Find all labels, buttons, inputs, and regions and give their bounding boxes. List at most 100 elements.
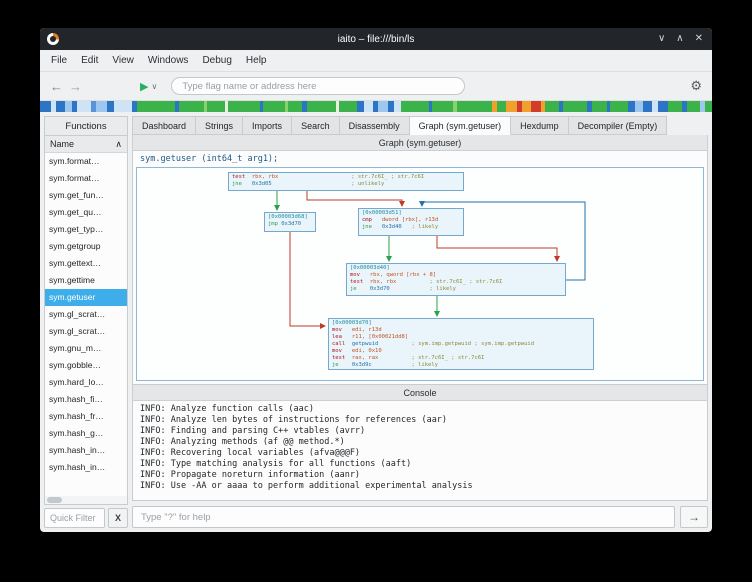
menu-debug[interactable]: Debug xyxy=(195,52,238,69)
mem-segment xyxy=(207,101,225,112)
mem-segment xyxy=(288,101,302,112)
menu-edit[interactable]: Edit xyxy=(74,52,105,69)
console-line: INFO: Finding and parsing C++ vtables (a… xyxy=(140,426,700,437)
basic-block[interactable]: [0x00003d40]mov rbx, qword [rbx + 8]test… xyxy=(346,263,566,296)
back-icon[interactable]: ← xyxy=(50,80,63,93)
graph-canvas[interactable]: test rbx, rbx ; str.7c6I_ ; str.7c6Ijne … xyxy=(136,167,704,381)
mem-segment xyxy=(137,101,176,112)
function-list-item[interactable]: sym.hash_in… xyxy=(45,442,127,459)
minimize-icon[interactable]: ∨ xyxy=(658,28,665,50)
function-list-item[interactable]: sym.gettime xyxy=(45,272,127,289)
play-icon[interactable]: ▶ xyxy=(140,80,148,93)
function-list-item[interactable]: sym.hash_g… xyxy=(45,425,127,442)
basic-block[interactable]: test rbx, rbx ; str.7c6I_ ; str.7c6Ijne … xyxy=(228,172,464,191)
function-list-item[interactable]: sym.gl_scrat… xyxy=(45,306,127,323)
mem-segment xyxy=(378,101,389,112)
memory-map-strip[interactable] xyxy=(40,101,712,112)
function-list-item[interactable]: sym.gobble… xyxy=(45,357,127,374)
asm-token: [0x00003d68] xyxy=(268,214,308,220)
mem-segment xyxy=(96,101,107,112)
asm-token: rbx, rbx xyxy=(252,174,279,180)
tab-disassembly[interactable]: Disassembly xyxy=(340,116,410,135)
horizontal-scrollbar[interactable] xyxy=(45,496,127,504)
asm-line: call getpwuid ; sym.imp.getpwuid ; sym.i… xyxy=(332,341,590,348)
function-list-item[interactable]: sym.gettext… xyxy=(45,255,127,272)
edge-false-branch xyxy=(307,191,402,206)
function-list-item[interactable]: sym.hash_fr… xyxy=(45,408,127,425)
window-controls: ∨ ∧ ✕ xyxy=(658,28,703,50)
titlebar[interactable]: iaito – file:///bin/ls ∨ ∧ ✕ xyxy=(40,28,712,50)
asm-token: 0x3d70 xyxy=(370,286,390,292)
asm-token: [0x00003d40] xyxy=(350,265,390,271)
function-list-item[interactable]: sym.gnu_m… xyxy=(45,340,127,357)
close-icon[interactable]: ✕ xyxy=(695,28,703,50)
menu-help[interactable]: Help xyxy=(239,52,274,69)
mem-segment xyxy=(394,101,401,112)
asm-line: mov edi, r13d xyxy=(332,327,590,334)
function-list-item[interactable]: sym.get_typ… xyxy=(45,221,127,238)
basic-block[interactable]: [0x00003d51]cmp dword [rbx], r13djne 0x3… xyxy=(358,208,464,236)
functions-tab[interactable]: Functions xyxy=(44,116,128,135)
asm-line: lea r11, [0x00021dd8] xyxy=(332,334,590,341)
mem-segment xyxy=(114,101,132,112)
tab-strings[interactable]: Strings xyxy=(196,116,243,135)
menu-windows[interactable]: Windows xyxy=(141,52,196,69)
asm-token: cmp xyxy=(362,217,382,223)
asm-line: mov rbx, qword [rbx + 8] xyxy=(350,272,562,279)
asm-token: [0x00003d51] xyxy=(362,210,402,216)
console-command-input[interactable] xyxy=(132,506,675,528)
forward-icon[interactable]: → xyxy=(69,80,82,93)
console-line: INFO: Use -AA or aaaa to perform additio… xyxy=(140,481,700,492)
function-list-item[interactable]: sym.hash_fi… xyxy=(45,391,127,408)
scrollbar-thumb[interactable] xyxy=(47,497,62,503)
asm-token: ; likely xyxy=(402,224,438,230)
asm-token: je xyxy=(332,362,352,368)
tab-hexdump[interactable]: Hexdump xyxy=(511,116,569,135)
function-list-item[interactable]: sym.hard_lo… xyxy=(45,374,127,391)
function-list-item[interactable]: sym.getgroup xyxy=(45,238,127,255)
quick-filter-row: X xyxy=(44,508,128,528)
function-list-item[interactable]: sym.format… xyxy=(45,170,127,187)
execute-button[interactable]: → xyxy=(680,506,708,528)
graph-widget-header[interactable]: Graph (sym.getuser) xyxy=(132,135,708,151)
function-list-item[interactable]: sym.get_qu… xyxy=(45,204,127,221)
tab-imports[interactable]: Imports xyxy=(243,116,292,135)
asm-token: ; str.7c6I_ ; str.7c6I xyxy=(396,279,502,285)
asm-line: cmp dword [rbx], r13d xyxy=(362,217,460,224)
play-dropdown-icon[interactable]: ∨ xyxy=(151,82,157,91)
console-output[interactable]: INFO: Analyze function calls (aac)INFO: … xyxy=(132,401,708,501)
tab-decompiler-empty[interactable]: Decompiler (Empty) xyxy=(569,116,668,135)
tab-graph-sym-getuser[interactable]: Graph (sym.getuser) xyxy=(410,116,512,135)
functions-list-header[interactable]: Name ∧ xyxy=(45,136,127,153)
desktop-background: iaito – file:///bin/ls ∨ ∧ ✕ FileEditVie… xyxy=(0,0,752,582)
mem-segment xyxy=(364,101,373,112)
maximize-icon[interactable]: ∧ xyxy=(676,28,683,50)
function-list-item[interactable]: sym.hash_in… xyxy=(45,459,127,476)
mem-segment xyxy=(668,101,682,112)
basic-block[interactable]: [0x00003d70]mov edi, r13dlea r11, [0x000… xyxy=(328,318,594,370)
name-column-header[interactable]: Name xyxy=(50,139,74,149)
basic-block[interactable]: [0x00003d68]jmp 0x3d70 xyxy=(264,212,316,232)
seek-input[interactable] xyxy=(171,77,465,95)
console-widget-header[interactable]: Console xyxy=(132,385,708,401)
tab-search[interactable]: Search xyxy=(292,116,340,135)
menu-view[interactable]: View xyxy=(105,52,141,69)
tab-dashboard[interactable]: Dashboard xyxy=(132,116,196,135)
menu-file[interactable]: File xyxy=(44,52,74,69)
function-list-item[interactable]: sym.gl_scrat… xyxy=(45,323,127,340)
mem-segment xyxy=(592,101,606,112)
asm-token: 0x3d05 xyxy=(252,181,272,187)
tab-bar: DashboardStringsImportsSearchDisassembly… xyxy=(132,116,708,135)
gear-icon[interactable]: ⚙ xyxy=(690,78,702,94)
mem-segment xyxy=(457,101,492,112)
asm-line: [0x00003d68] xyxy=(268,214,312,221)
function-list-item[interactable]: sym.format… xyxy=(45,153,127,170)
quick-filter-input[interactable] xyxy=(44,508,105,528)
mem-segment xyxy=(635,101,644,112)
mem-segment xyxy=(687,101,699,112)
function-list-item[interactable]: sym.get_fun… xyxy=(45,187,127,204)
function-list-item[interactable]: sym.getuser xyxy=(45,289,127,306)
sort-ascending-icon[interactable]: ∧ xyxy=(115,139,122,150)
clear-filter-button[interactable]: X xyxy=(108,508,128,528)
console-line: INFO: Recovering local variables (afva@@… xyxy=(140,448,700,459)
